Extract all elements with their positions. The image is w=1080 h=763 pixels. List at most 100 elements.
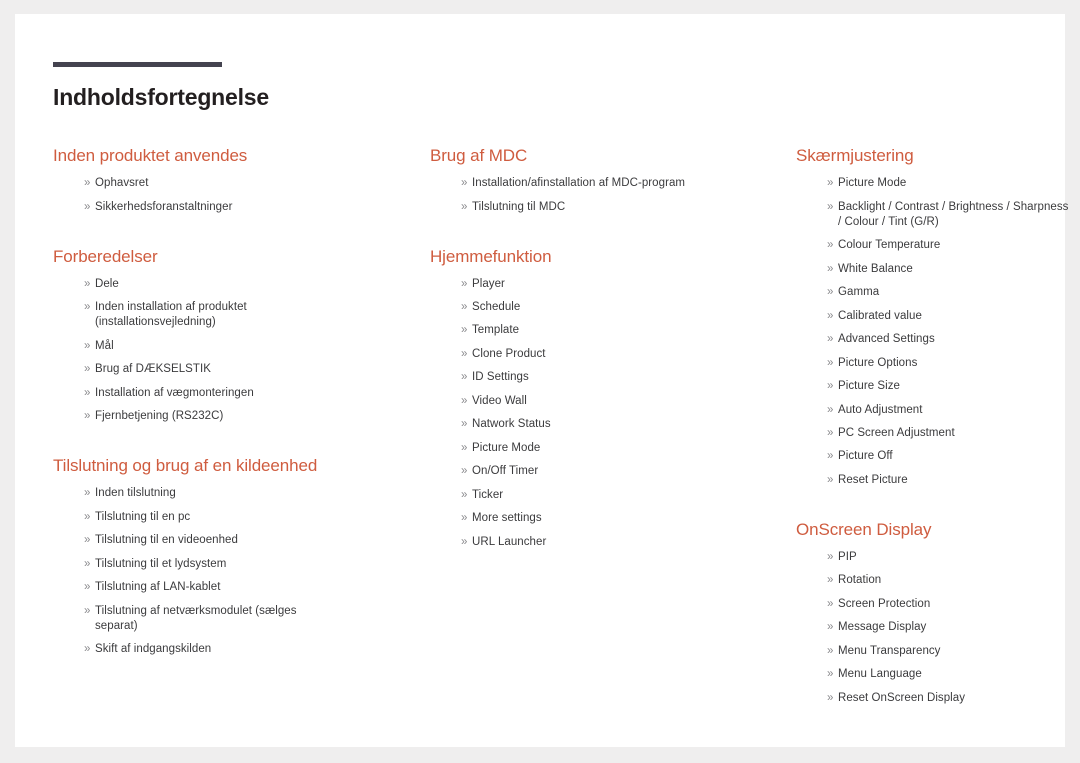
- guillemet-bullet-icon: »: [827, 450, 834, 463]
- toc-entry[interactable]: » Advanced Settings: [796, 332, 1080, 347]
- column-left: Inden produktet anvendes » Ophavsret » Sikke…: [53, 146, 398, 665]
- toc-entry[interactable]: » Screen Protection: [796, 597, 1080, 612]
- section-heading[interactable]: Brug af MDC: [430, 146, 775, 167]
- toc-entry-label: Tilslutning til en videoenhed: [95, 533, 398, 548]
- toc-entry-label: PC Screen Adjustment: [838, 426, 1080, 441]
- toc-entry[interactable]: » Tilslutning til en pc: [53, 510, 398, 525]
- toc-entry-line: Natwork Status: [472, 418, 551, 431]
- guillemet-bullet-icon: »: [84, 557, 91, 570]
- toc-entry-line: On/Off Timer: [472, 465, 539, 478]
- toc-entry[interactable]: » Mål: [53, 339, 398, 354]
- guillemet-bullet-icon: »: [461, 488, 468, 501]
- toc-entry[interactable]: » Fjernbetjening (RS232C): [53, 409, 398, 424]
- toc-entry[interactable]: » Message Display: [796, 620, 1080, 635]
- toc-entry[interactable]: » Reset OnScreen Display: [796, 691, 1080, 706]
- toc-entry[interactable]: » Inden tilslutning: [53, 486, 398, 501]
- section-item-list: » Picture Mode » Backlight / Contrast / Bri…: [796, 176, 1080, 488]
- toc-entry[interactable]: » Reset Picture: [796, 473, 1080, 488]
- toc-entry-line: Skift af indgangskilden: [95, 643, 212, 656]
- section-heading[interactable]: Skærmjustering: [796, 146, 1080, 167]
- toc-entry-label: Sikkerhedsforanstaltninger: [95, 200, 398, 215]
- toc-entry[interactable]: » Tilslutning til en videoenhed: [53, 533, 398, 548]
- toc-entry[interactable]: » Installation af vægmonteringen: [53, 386, 398, 401]
- toc-entry[interactable]: » Picture Mode: [430, 441, 775, 456]
- toc-entry[interactable]: » Tilslutning til MDC: [430, 200, 775, 215]
- toc-entry[interactable]: » Picture Options: [796, 356, 1080, 371]
- toc-entry[interactable]: » Schedule: [430, 300, 775, 315]
- toc-entry[interactable]: » Auto Adjustment: [796, 403, 1080, 418]
- guillemet-bullet-icon: »: [84, 581, 91, 594]
- section-heading[interactable]: Forberedelser: [53, 247, 398, 268]
- toc-entry-line: Backlight / Contrast / Brightness / Shar…: [838, 200, 1069, 213]
- toc-entry[interactable]: » Player: [430, 277, 775, 292]
- toc-entry[interactable]: » URL Launcher: [430, 535, 775, 550]
- toc-entry-label: Picture Off: [838, 449, 1080, 464]
- guillemet-bullet-icon: »: [461, 324, 468, 337]
- toc-entry[interactable]: » Template: [430, 323, 775, 338]
- column-middle: Brug af MDC » Installation/afinstallation …: [430, 146, 775, 558]
- toc-entry[interactable]: » PIP: [796, 550, 1080, 565]
- toc-entry-line: Tilslutning til et lydsystem: [95, 557, 227, 570]
- section-item-list: » Player » Schedule » Template » Clone Product »…: [430, 277, 775, 550]
- toc-entry[interactable]: » Tilslutning til et lydsystem: [53, 557, 398, 572]
- toc-entry-label: On/Off Timer: [472, 464, 775, 479]
- toc-entry-label: Calibrated value: [838, 309, 1080, 324]
- toc-entry[interactable]: » Brug af DÆKSELSTIK: [53, 362, 398, 377]
- toc-entry[interactable]: » Ticker: [430, 488, 775, 503]
- toc-entry-line: Picture Mode: [838, 177, 907, 190]
- toc-entry-line: Picture Mode: [472, 441, 541, 454]
- toc-entry[interactable]: » More settings: [430, 511, 775, 526]
- toc-entry[interactable]: » Sikkerhedsforanstaltninger: [53, 200, 398, 215]
- section-heading[interactable]: Hjemmefunktion: [430, 247, 775, 268]
- toc-entry[interactable]: » Skift af indgangskilden: [53, 642, 398, 657]
- toc-entry[interactable]: » Picture Mode: [796, 176, 1080, 191]
- toc-entry[interactable]: » Inden installation af produktet (install…: [53, 300, 398, 331]
- toc-entry[interactable]: » Tilslutning af LAN-kablet: [53, 580, 398, 595]
- toc-entry-wrapped-line: separat): [95, 619, 138, 632]
- guillemet-bullet-icon: »: [827, 597, 834, 610]
- toc-entry-label: Fjernbetjening (RS232C): [95, 409, 398, 424]
- section-item-list: » Inden tilslutning » Tilslutning til en pc…: [53, 486, 398, 657]
- toc-entry[interactable]: » Rotation: [796, 573, 1080, 588]
- toc-entry-line: Sikkerhedsforanstaltninger: [95, 200, 233, 213]
- toc-entry[interactable]: » White Balance: [796, 262, 1080, 277]
- toc-entry[interactable]: » Backlight / Contrast / Brightness / Sha…: [796, 200, 1080, 231]
- section-heading[interactable]: Tilslutning og brug af en kildeenhed: [53, 456, 398, 477]
- toc-entry[interactable]: » PC Screen Adjustment: [796, 426, 1080, 441]
- toc-entry-line: Dele: [95, 277, 119, 290]
- toc-entry[interactable]: » Gamma: [796, 285, 1080, 300]
- guillemet-bullet-icon: »: [84, 534, 91, 547]
- toc-entry[interactable]: » Picture Off: [796, 449, 1080, 464]
- toc-entry-label: Dele: [95, 277, 398, 292]
- toc-entry-label: Menu Transparency: [838, 644, 1080, 659]
- toc-entry[interactable]: » Menu Transparency: [796, 644, 1080, 659]
- toc-entry[interactable]: » Calibrated value: [796, 309, 1080, 324]
- toc-entry-line: Installation af vægmonteringen: [95, 386, 254, 399]
- toc-entry[interactable]: » Tilslutning af netværksmodulet (sælges s…: [53, 604, 398, 635]
- toc-entry-line: Inden installation af produktet: [95, 300, 247, 313]
- toc-entry[interactable]: » Ophavsret: [53, 176, 398, 191]
- toc-entry[interactable]: » ID Settings: [430, 370, 775, 385]
- toc-entry[interactable]: » Installation/afinstallation af MDC-prog…: [430, 176, 775, 191]
- toc-entry[interactable]: » Natwork Status: [430, 417, 775, 432]
- guillemet-bullet-icon: »: [461, 512, 468, 525]
- page-content: Indholdsfortegnelse Inden produktet anve…: [53, 62, 1068, 737]
- toc-entry-line: Tilslutning af LAN-kablet: [95, 581, 221, 594]
- section-heading[interactable]: Inden produktet anvendes: [53, 146, 398, 167]
- toc-entry[interactable]: » Picture Size: [796, 379, 1080, 394]
- toc-entry-wrapped-line: (installationsvejledning): [95, 316, 216, 329]
- toc-entry-label: URL Launcher: [472, 535, 775, 550]
- guillemet-bullet-icon: »: [84, 643, 91, 656]
- toc-entry-line: PC Screen Adjustment: [838, 427, 955, 439]
- toc-entry[interactable]: » On/Off Timer: [430, 464, 775, 479]
- toc-entry[interactable]: » Dele: [53, 277, 398, 292]
- toc-section: Inden produktet anvendes » Ophavsret » Sikke…: [53, 146, 398, 214]
- toc-entry[interactable]: » Video Wall: [430, 394, 775, 409]
- toc-entry[interactable]: » Colour Temperature: [796, 238, 1080, 253]
- section-heading[interactable]: OnScreen Display: [796, 520, 1080, 541]
- toc-entry-line: White Balance: [838, 262, 913, 275]
- guillemet-bullet-icon: »: [827, 668, 834, 681]
- guillemet-bullet-icon: »: [827, 262, 834, 275]
- toc-entry[interactable]: » Clone Product: [430, 347, 775, 362]
- toc-entry[interactable]: » Menu Language: [796, 667, 1080, 682]
